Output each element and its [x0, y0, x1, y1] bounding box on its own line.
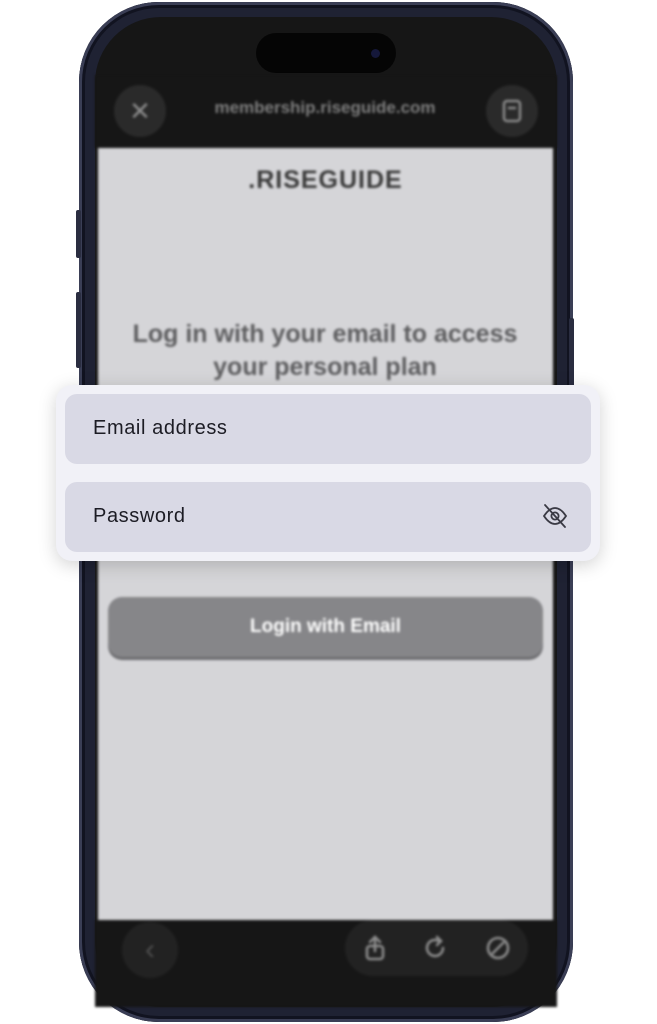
block-button[interactable]	[483, 933, 513, 963]
reader-icon	[502, 99, 522, 123]
phone-side-button	[76, 210, 81, 258]
block-icon	[486, 936, 510, 960]
reload-icon	[425, 935, 445, 958]
reader-button[interactable]	[486, 85, 538, 137]
close-icon: ✕	[129, 95, 151, 126]
login-with-email-button[interactable]: Login with Email	[108, 597, 543, 657]
password-visibility-toggle[interactable]	[541, 502, 569, 530]
page-heading: Log in with your email to access your pe…	[132, 320, 518, 381]
back-button[interactable]: ‹	[122, 922, 178, 978]
brand-logo: .RISEGUIDE	[248, 166, 403, 194]
email-field-placeholder: Email address	[93, 417, 228, 439]
share-icon	[365, 935, 385, 961]
phone-side-button	[76, 292, 81, 368]
close-button[interactable]: ✕	[114, 85, 166, 137]
eye-off-icon	[542, 504, 568, 528]
share-button[interactable]	[360, 933, 390, 963]
reload-button[interactable]	[420, 933, 450, 963]
stage: ✕ membership.riseguide.com .RISEGUIDE Lo…	[0, 0, 657, 1024]
password-field-placeholder: Password	[93, 505, 186, 527]
chevron-left-icon: ‹	[145, 933, 155, 966]
browser-url[interactable]: membership.riseguide.com	[180, 98, 470, 118]
camera-dot	[371, 49, 380, 58]
